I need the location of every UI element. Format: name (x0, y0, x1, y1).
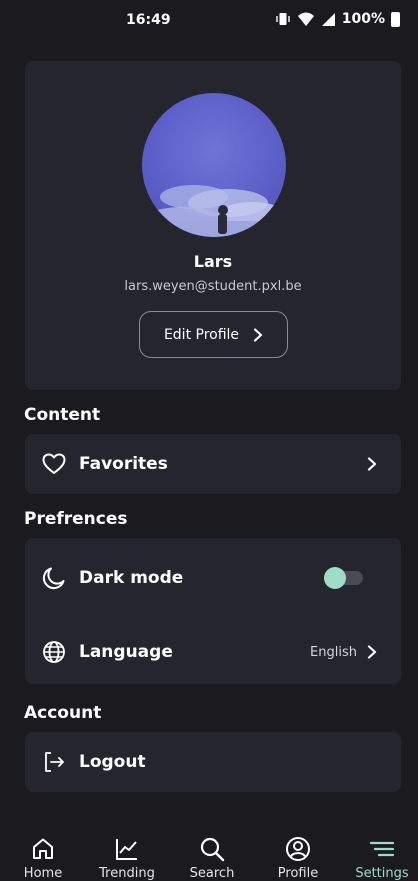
section-title-preferences: Prefrences (24, 509, 128, 529)
settings-screen: 16:49 100% Lars lars.weyen@student.pxl.b… (0, 0, 418, 881)
profile-name: Lars (193, 252, 233, 271)
status-bar: 16:49 100% (0, 0, 418, 42)
menu-icon (369, 841, 395, 857)
nav-profile[interactable]: Profile (256, 820, 340, 881)
wifi-icon (297, 12, 314, 26)
nav-search-label: Search (189, 866, 235, 881)
nav-trending[interactable]: Trending (85, 820, 169, 881)
language-value: English (310, 644, 357, 660)
profile-icon (286, 837, 310, 861)
chevron-right-icon (367, 645, 377, 659)
battery-icon (391, 11, 400, 27)
globe-icon (41, 639, 67, 665)
avatar[interactable] (142, 93, 286, 237)
signal-icon (321, 12, 335, 26)
dark-mode-toggle[interactable] (324, 567, 363, 589)
content-card: Favorites (25, 434, 401, 494)
dark-mode-label: Dark mode (79, 568, 184, 588)
nav-trending-label: Trending (99, 866, 155, 881)
nav-search[interactable]: Search (170, 820, 254, 881)
favorites-row[interactable]: Favorites (25, 434, 401, 494)
dark-mode-row: Dark mode (25, 546, 401, 610)
section-title-account: Account (24, 703, 102, 723)
moon-icon (41, 565, 67, 591)
nav-settings-label: Settings (355, 866, 409, 881)
profile-card: Lars lars.weyen@student.pxl.be Edit Prof… (25, 61, 401, 390)
status-icons: 100% (275, 11, 400, 27)
edit-profile-button[interactable]: Edit Profile (139, 311, 288, 358)
nav-settings[interactable]: Settings (340, 820, 418, 881)
avatar-photo (142, 185, 286, 237)
home-icon (33, 838, 53, 859)
status-time: 16:49 (126, 12, 171, 28)
chevron-right-icon (367, 457, 377, 471)
language-label: Language (79, 642, 173, 662)
edit-profile-label: Edit Profile (163, 326, 240, 343)
logout-row[interactable]: Logout (25, 732, 401, 792)
account-card: Logout (25, 732, 401, 792)
nav-profile-label: Profile (277, 866, 319, 881)
chevron-right-icon (253, 327, 263, 342)
preferences-card: Dark mode Language English (25, 538, 401, 684)
favorites-label: Favorites (79, 454, 168, 474)
language-row[interactable]: Language English (25, 620, 401, 684)
nav-home-label: Home (23, 866, 63, 881)
logout-icon (41, 749, 67, 775)
section-title-content: Content (24, 405, 101, 425)
trending-icon (116, 839, 137, 860)
bottom-nav: Home Trending Search Profile Settings (0, 820, 418, 881)
nav-home[interactable]: Home (1, 820, 85, 881)
toggle-knob (324, 567, 346, 589)
logout-label: Logout (79, 752, 146, 772)
search-icon (200, 837, 225, 862)
battery-percent: 100% (341, 11, 385, 27)
vibrate-icon (276, 13, 290, 25)
profile-email: lars.weyen@student.pxl.be (124, 279, 302, 294)
heart-icon (41, 451, 67, 477)
